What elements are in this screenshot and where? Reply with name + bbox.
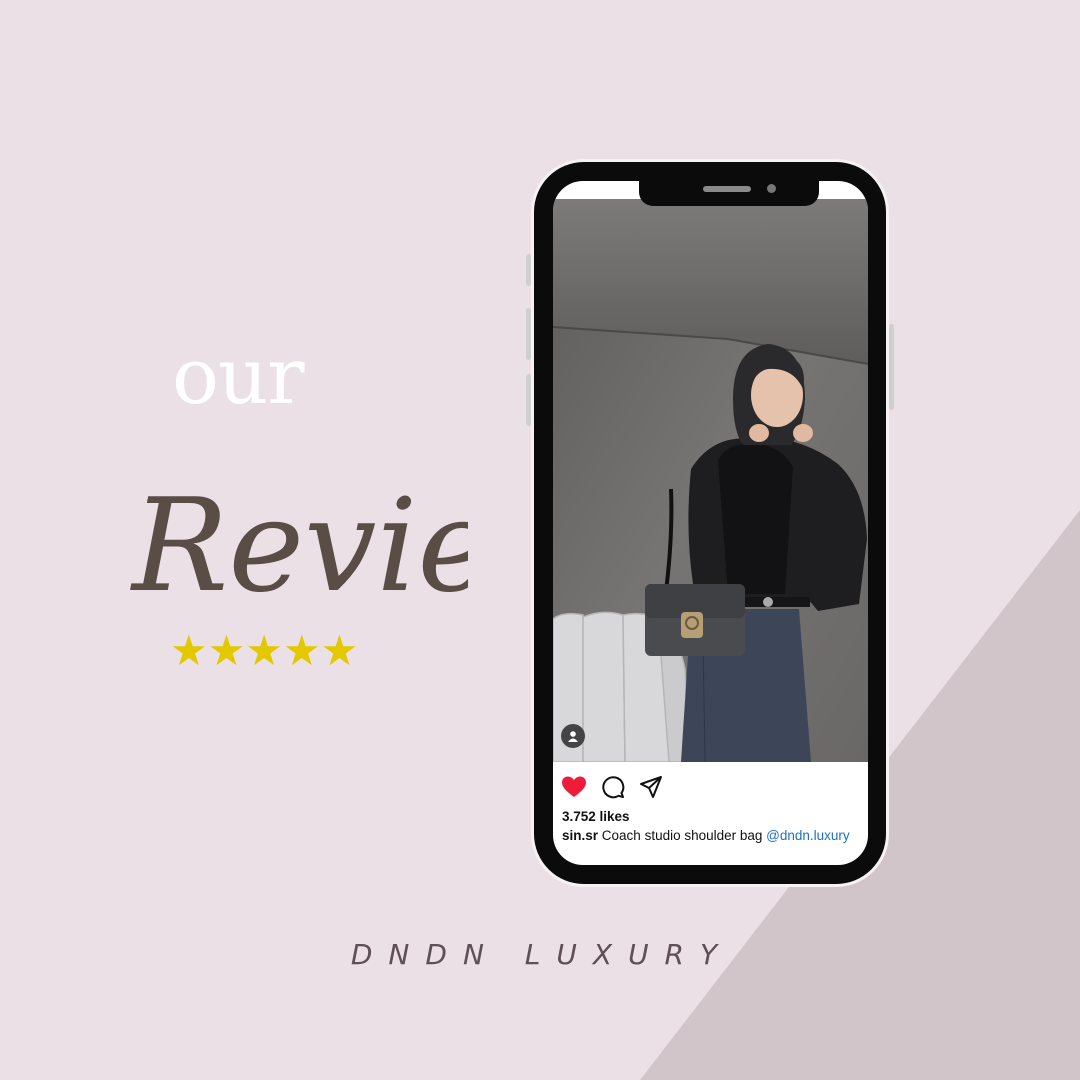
phone-screen: 3.752 likes sin.sr Coach studio shoulder…	[553, 181, 868, 865]
caption-text: Coach studio shoulder bag	[601, 828, 763, 843]
brand-name: DNDN LUXURY	[350, 938, 734, 971]
heart-filled-icon[interactable]	[561, 775, 587, 799]
user-tag-icon[interactable]	[561, 724, 585, 748]
front-camera	[767, 184, 776, 193]
phone-volume-up	[526, 308, 531, 360]
speaker	[703, 186, 751, 192]
phone-silent-switch	[526, 254, 531, 286]
phone-mockup: 3.752 likes sin.sr Coach studio shoulder…	[526, 162, 894, 884]
headline-our: our	[172, 332, 304, 422]
five-star-rating: ★★★★★	[170, 627, 359, 674]
post-photo[interactable]	[553, 199, 868, 762]
caption-mention[interactable]: @dndn.luxury	[766, 828, 850, 843]
caption-username[interactable]: sin.sr	[562, 828, 598, 843]
share-icon[interactable]	[639, 775, 663, 799]
phone-power-button	[889, 324, 894, 410]
review-text: Review	[130, 472, 468, 621]
likes-count: 3.752 likes	[562, 809, 630, 824]
post-caption: sin.sr Coach studio shoulder bag @dndn.l…	[562, 828, 850, 843]
headline-review-script: Review	[130, 472, 468, 621]
post-actions	[561, 772, 663, 802]
comment-icon[interactable]	[601, 775, 625, 799]
phone-notch	[639, 181, 819, 206]
phone-volume-down	[526, 374, 531, 426]
